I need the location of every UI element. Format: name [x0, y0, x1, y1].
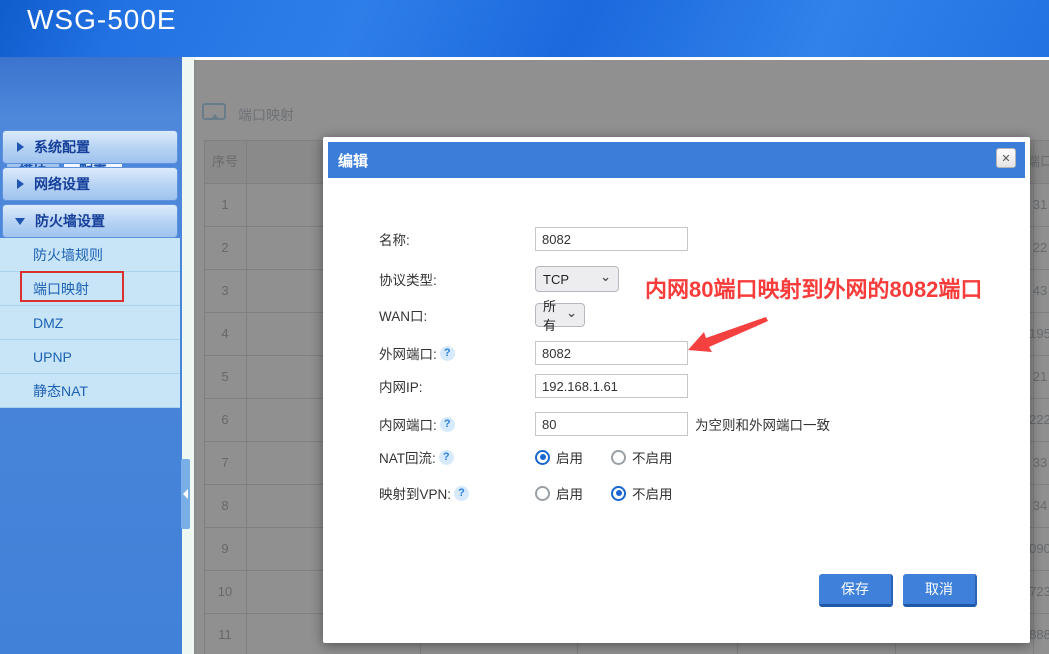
- annotation-text: 内网80端口映射到外网的8082端口: [645, 272, 982, 304]
- radio-enabled[interactable]: [535, 486, 550, 501]
- top-header: WSG-500E: [0, 0, 1049, 57]
- internal-ip-input[interactable]: [535, 374, 688, 398]
- name-input[interactable]: [535, 227, 688, 251]
- radio-label: 启用: [556, 483, 583, 503]
- triangle-right-icon: [17, 142, 24, 152]
- protocol-label: 协议类型:: [379, 266, 535, 292]
- triangle-right-icon: [17, 179, 24, 189]
- map-to-vpn-radio-group: 启用 不启用: [535, 483, 673, 503]
- radio-disabled[interactable]: [611, 450, 626, 465]
- app-window: WSG-500E 模块 配置 系统配置 网络设置 防火墙设置 防火墙规则 端口映…: [0, 0, 1049, 654]
- close-icon: ✕: [1001, 152, 1010, 165]
- sidebar-item-system-config[interactable]: 系统配置: [2, 130, 178, 164]
- internal-ip-label: 内网IP:: [379, 374, 535, 398]
- menu-label: 网络设置: [34, 174, 90, 194]
- sidebar-item-firewall-rules[interactable]: 防火墙规则: [0, 238, 180, 272]
- dialog-title: 编辑: [338, 150, 368, 171]
- name-label: 名称:: [379, 227, 535, 251]
- wan-select[interactable]: 所有 ⌄: [535, 303, 585, 327]
- sidebar-item-firewall-settings[interactable]: 防火墙设置: [2, 204, 178, 238]
- map-to-vpn-label: 映射到VPN: ?: [379, 483, 535, 503]
- help-icon[interactable]: ?: [440, 346, 455, 361]
- menu-label: 防火墙设置: [35, 211, 105, 231]
- sidebar-collapse-handle[interactable]: [181, 459, 190, 529]
- sidebar-item-static-nat[interactable]: 静态NAT: [0, 374, 180, 408]
- radio-disabled[interactable]: [611, 486, 626, 501]
- help-icon[interactable]: ?: [454, 486, 469, 501]
- chevron-down-icon: ⌄: [566, 305, 577, 321]
- nat-loopback-label: NAT回流: ?: [379, 447, 535, 467]
- annotation-arrow-icon: [668, 302, 778, 360]
- internal-port-label: 内网端口: ?: [379, 412, 535, 436]
- internal-port-input[interactable]: [535, 412, 688, 436]
- radio-enabled[interactable]: [535, 450, 550, 465]
- edit-dialog: 编辑 ✕ 名称: 协议类型: TCP ⌄ WAN口: 所有 ⌄ 外网端口: ?: [323, 137, 1030, 643]
- device-title: WSG-500E: [27, 4, 177, 36]
- save-button[interactable]: 保存: [819, 574, 893, 607]
- radio-label: 不启用: [632, 447, 673, 467]
- sidebar-item-network-settings[interactable]: 网络设置: [2, 167, 178, 201]
- triangle-left-icon: [183, 489, 188, 499]
- cancel-button[interactable]: 取消: [903, 574, 977, 607]
- external-port-input[interactable]: [535, 341, 688, 365]
- sidebar: 模块 配置 系统配置 网络设置 防火墙设置 防火墙规则 端口映射 DMZ UPN…: [0, 57, 182, 654]
- chevron-down-icon: ⌄: [600, 269, 611, 285]
- dialog-titlebar: 编辑: [328, 142, 1025, 178]
- sidebar-item-port-mapping[interactable]: 端口映射: [0, 272, 180, 306]
- radio-label: 启用: [556, 447, 583, 467]
- help-icon[interactable]: ?: [439, 450, 454, 465]
- sidebar-item-dmz[interactable]: DMZ: [0, 306, 180, 340]
- triangle-down-icon: [15, 218, 25, 225]
- protocol-select[interactable]: TCP ⌄: [535, 266, 619, 292]
- close-button[interactable]: ✕: [996, 148, 1016, 168]
- nat-loopback-radio-group: 启用 不启用: [535, 447, 673, 467]
- firewall-submenu: 防火墙规则 端口映射 DMZ UPNP 静态NAT: [0, 238, 180, 408]
- radio-label: 不启用: [632, 483, 673, 503]
- help-icon[interactable]: ?: [440, 417, 455, 432]
- wan-label: WAN口:: [379, 303, 535, 327]
- external-port-label: 外网端口: ?: [379, 341, 535, 365]
- internal-port-note: 为空则和外网端口一致: [695, 412, 915, 436]
- menu-label: 系统配置: [34, 137, 90, 157]
- sidebar-item-upnp[interactable]: UPNP: [0, 340, 180, 374]
